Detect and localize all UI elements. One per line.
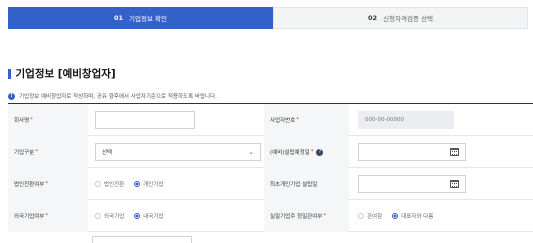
- corp-status-radio-group: 법인전환 개인기업: [95, 168, 174, 200]
- last-company-date-input[interactable]: [358, 175, 466, 193]
- radio-individual[interactable]: 개인기업: [134, 180, 164, 188]
- biz-number-label: 사업자번호 *: [264, 104, 349, 136]
- company-type-value: 선택: [102, 150, 113, 156]
- radio-corp-convert[interactable]: 법인전환: [95, 180, 124, 188]
- next-row-input[interactable]: [92, 236, 192, 243]
- actual-location-radio-group: 관여함 대표자와 다름: [358, 200, 443, 232]
- title-accent-bar: [8, 68, 11, 79]
- radio-dot: [358, 213, 364, 219]
- step-1: 01 기업정보 확인: [8, 7, 273, 29]
- radio-dot-selected: [134, 213, 141, 219]
- chevron-down-icon: ⌄: [248, 148, 254, 156]
- form-row-2: 기업구분 * 선택 ⌄ (예비)설립예정일 * ?: [8, 136, 533, 168]
- form-row-4: 외국기업여부 * 외국기업 내국기업 실질기업주 정밀관여부 * 관여함 대표자와 …: [8, 200, 533, 232]
- info-notice: ! 기업정보 예비창업자로 작성하며, 공유 향후에서 사업자기준으로 적용하도…: [8, 92, 217, 100]
- step-indicator: 01 기업정보 확인 02 신청자격검증 선택: [8, 7, 528, 29]
- step-2-number: 02: [368, 14, 378, 22]
- form-row-3: 법인전환여부 * 법인전환 개인기업 최초개인기업 설립일: [8, 168, 533, 200]
- radio-dot: [95, 181, 101, 187]
- section-header: 기업정보 [예비창업자]: [8, 66, 116, 81]
- calendar-icon[interactable]: [450, 180, 459, 188]
- radio-foreign[interactable]: 외국기업: [95, 212, 124, 220]
- radio-dot-selected: [392, 213, 399, 219]
- step-2: 02 신청자격검증 선택: [273, 7, 528, 29]
- company-name-label: 회사명 *: [8, 104, 88, 136]
- form-row-1: 회사명 * 사업자번호 * 000-00-00000: [8, 104, 533, 136]
- step-2-label: 신청자격검증 선택: [383, 15, 433, 23]
- page-title: 기업정보 [예비창업자]: [15, 68, 116, 80]
- foreign-status-label: 외국기업여부 *: [8, 200, 88, 232]
- company-name-input[interactable]: [95, 111, 195, 129]
- help-icon[interactable]: ?: [316, 148, 324, 156]
- corp-status-label: 법인전환여부 *: [8, 168, 88, 200]
- step-1-label: 기업정보 확인: [129, 15, 167, 23]
- company-type-label: 기업구분 *: [8, 136, 88, 168]
- founding-date-label: (예비)설립예정일 * ?: [264, 136, 349, 168]
- step-1-number: 01: [114, 14, 124, 22]
- radio-same[interactable]: 관여함: [358, 212, 382, 220]
- company-type-select[interactable]: 선택 ⌄: [95, 143, 261, 161]
- biz-number-field: 000-00-00000: [358, 111, 454, 129]
- radio-different[interactable]: 대표자와 다름: [392, 212, 433, 220]
- founding-date-input[interactable]: [358, 143, 466, 161]
- actual-location-label: 실질기업주 정밀관여부 *: [264, 200, 349, 232]
- radio-dot-selected: [134, 181, 141, 187]
- last-company-date-label: 최초개인기업 설립일: [264, 168, 349, 200]
- radio-dot: [95, 213, 101, 219]
- info-icon: !: [8, 92, 15, 100]
- company-info-form: 회사명 * 사업자번호 * 000-00-00000 기업구분 * 선택 ⌄ (예비)…: [8, 103, 533, 232]
- notice-text: 기업정보 예비창업자로 작성하며, 공유 향후에서 사업자기준으로 적용하도록 …: [19, 94, 217, 100]
- foreign-status-radio-group: 외국기업 내국기업: [95, 200, 174, 232]
- calendar-icon[interactable]: [450, 148, 459, 156]
- radio-domestic[interactable]: 내국기업: [134, 212, 164, 220]
